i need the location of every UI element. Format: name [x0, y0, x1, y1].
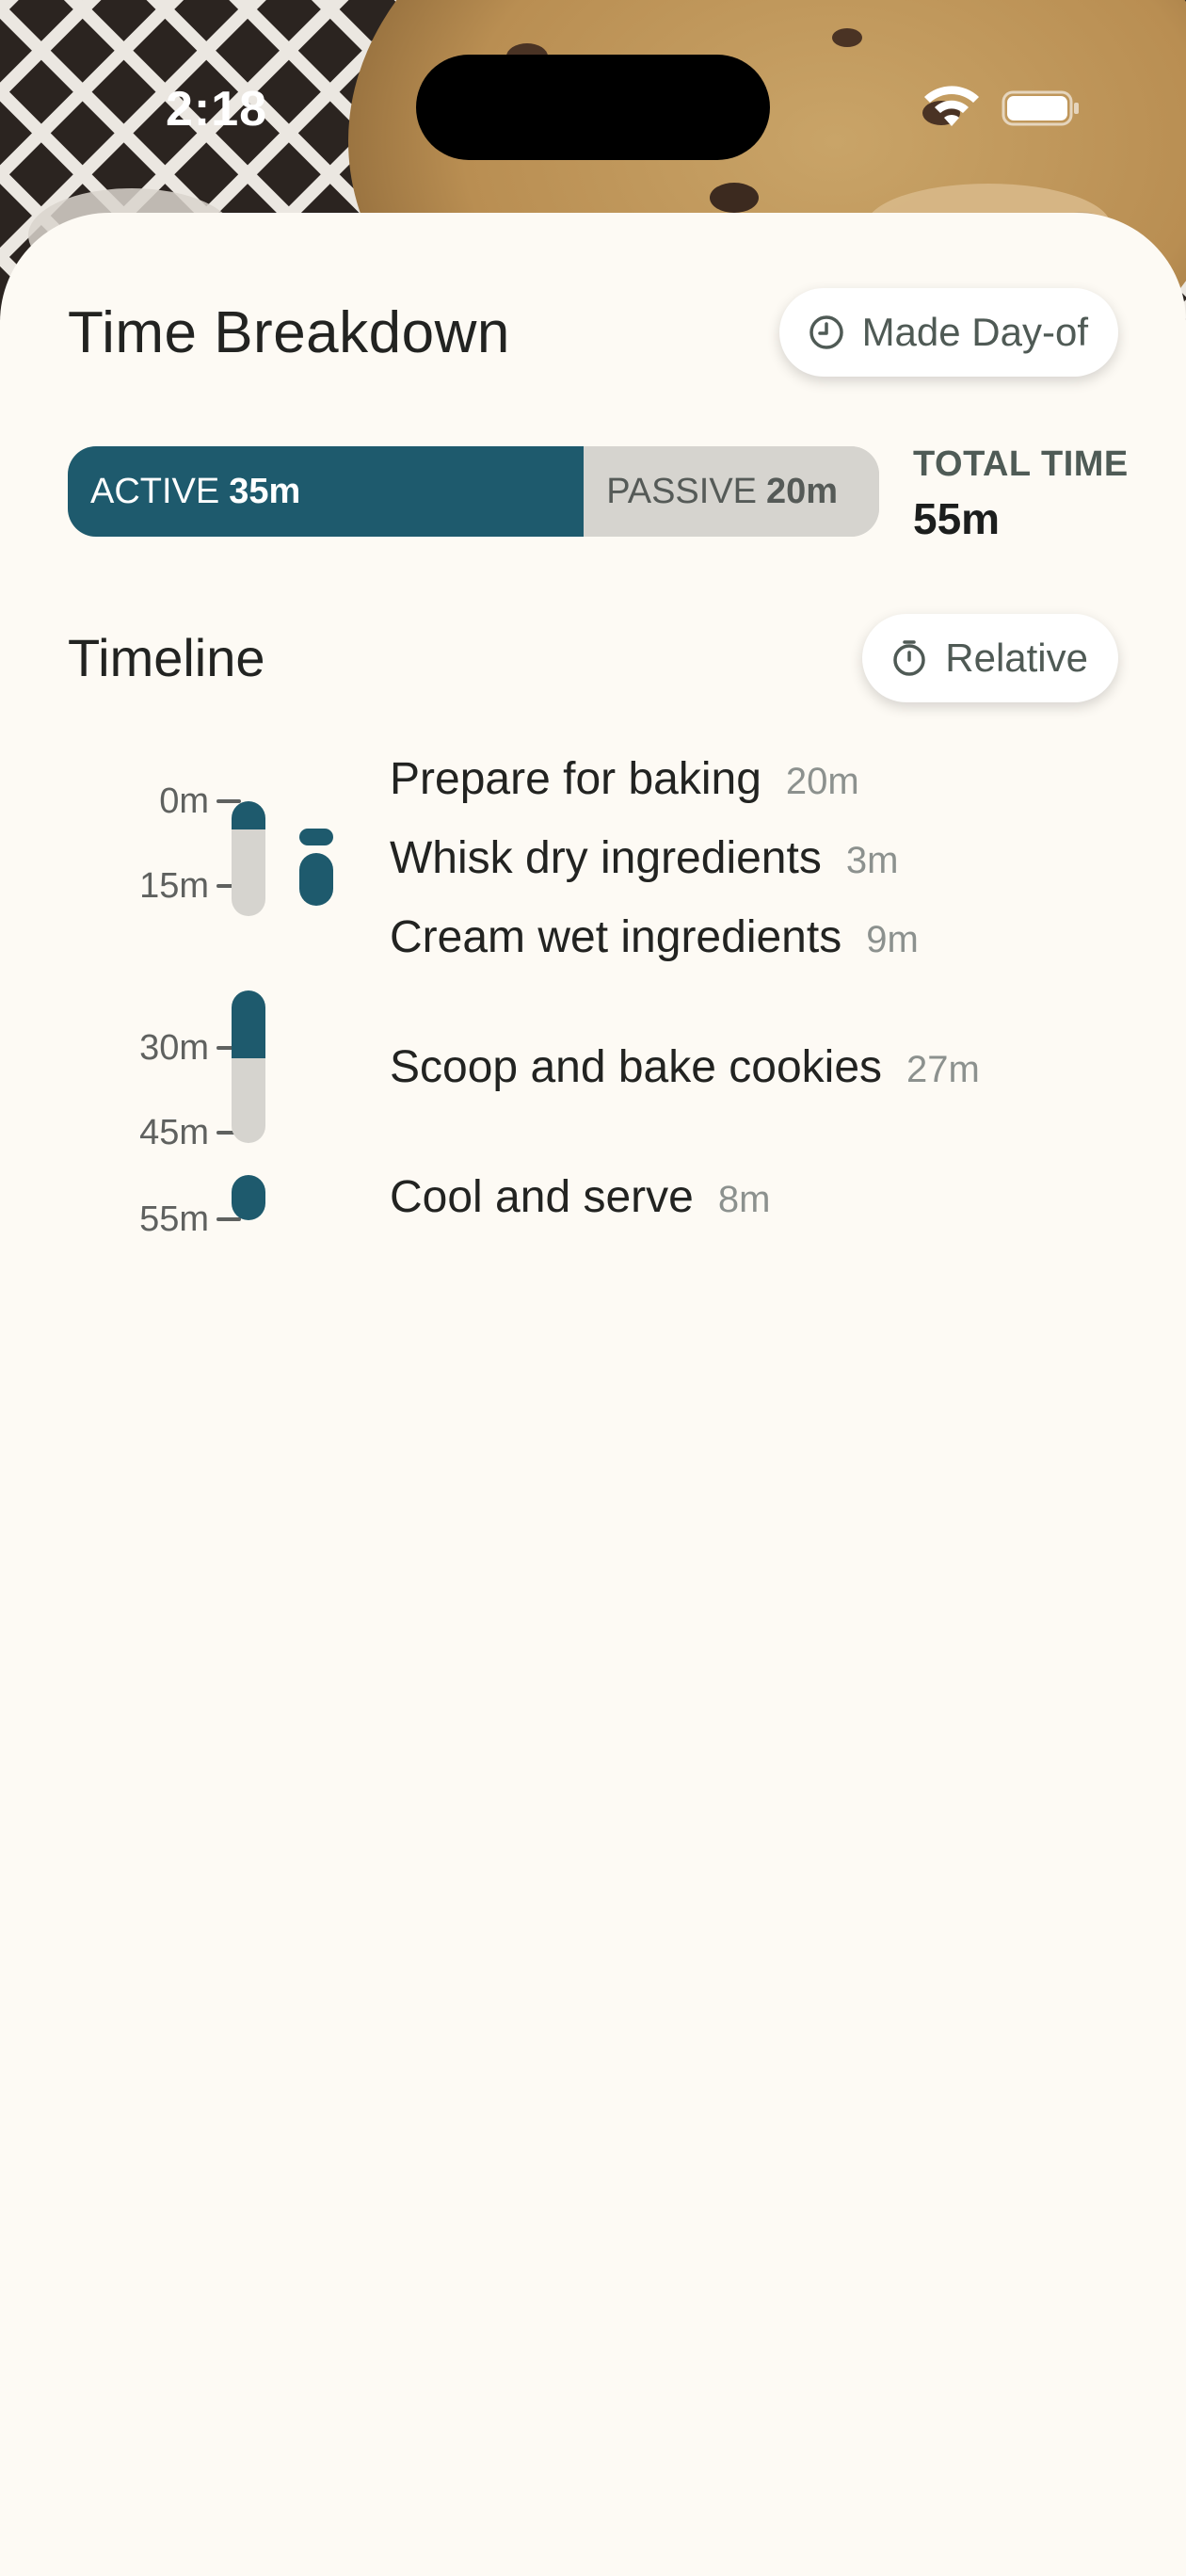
passive-segment: PASSIVE 20m	[584, 446, 879, 537]
step-duration: 8m	[717, 1179, 771, 1220]
made-dayof-button[interactable]: Made Day-of	[778, 288, 1118, 377]
tick-label: 45m	[139, 1112, 209, 1152]
bar-passive-portion	[232, 1058, 265, 1143]
battery-icon	[1002, 90, 1079, 126]
tick-mark	[216, 1217, 241, 1221]
step-duration: 20m	[785, 761, 859, 802]
step-name: Scoop and bake cookies	[390, 1042, 883, 1092]
timeline-bar-cream	[299, 853, 333, 906]
screen: 2:18 Time Breakdown Made Day-of ACTIVE 3…	[0, 0, 1186, 2576]
tick-30m: 30m	[92, 1024, 241, 1071]
step-duration: 3m	[845, 840, 899, 881]
step-name: Prepare for baking	[390, 754, 761, 804]
status-time: 2:18	[166, 82, 268, 137]
status-bar: 2:18	[0, 0, 1186, 217]
timeline-bar-cool-serve	[232, 1175, 265, 1220]
stopwatch-icon	[893, 640, 925, 676]
active-label: ACTIVE	[90, 471, 220, 511]
timeline-step[interactable]: Whisk dry ingredients 3m	[390, 832, 898, 884]
active-segment: ACTIVE 35m	[68, 446, 585, 537]
step-name: Cream wet ingredients	[390, 912, 842, 962]
timeline-step[interactable]: Scoop and bake cookies 27m	[390, 1041, 980, 1093]
step-name: Cool and serve	[390, 1172, 694, 1222]
tick-15m: 15m	[92, 862, 241, 910]
active-value: 35m	[229, 471, 301, 511]
passive-label: PASSIVE	[606, 471, 758, 511]
tick-label: 0m	[159, 781, 209, 821]
step-duration: 9m	[866, 919, 919, 960]
clock-icon	[809, 315, 843, 349]
step-name: Whisk dry ingredients	[390, 833, 822, 883]
timeline-bar-whisk	[299, 829, 333, 845]
active-passive-bar: ACTIVE 35m PASSIVE 20m	[68, 446, 879, 537]
timeline-step[interactable]: Cool and serve 8m	[390, 1171, 770, 1223]
timeline-bar-prepare	[232, 801, 265, 916]
step-duration: 27m	[906, 1049, 980, 1090]
sheet-title: Time Breakdown	[68, 300, 510, 365]
relative-mode-button[interactable]: Relative	[862, 614, 1118, 702]
tick-55m: 55m	[92, 1196, 241, 1243]
wifi-icon	[924, 86, 979, 126]
made-dayof-label: Made Day-of	[861, 310, 1088, 354]
tick-label: 55m	[139, 1199, 209, 1239]
tick-label: 15m	[139, 865, 209, 906]
total-time-value: 55m	[913, 494, 1001, 543]
dynamic-island	[416, 55, 770, 160]
bar-active-portion	[232, 990, 265, 1058]
passive-value: 20m	[766, 471, 839, 511]
sheet-header: Time Breakdown Made Day-of	[68, 288, 1118, 382]
tick-45m: 45m	[92, 1109, 241, 1156]
relative-label: Relative	[945, 636, 1088, 680]
bar-passive-portion	[232, 829, 265, 916]
tick-label: 30m	[139, 1027, 209, 1068]
timeline-bar-scoop-bake	[232, 990, 265, 1143]
timeline-step[interactable]: Prepare for baking 20m	[390, 753, 859, 805]
total-time-label: TOTAL TIME	[913, 444, 1129, 484]
tick-0m: 0m	[92, 778, 241, 825]
timeline-heading: Timeline	[68, 628, 265, 687]
time-breakdown-sheet: Time Breakdown Made Day-of ACTIVE 35m PA…	[0, 213, 1186, 2576]
timeline-step[interactable]: Cream wet ingredients 9m	[390, 911, 919, 963]
bar-active-portion	[232, 801, 265, 829]
